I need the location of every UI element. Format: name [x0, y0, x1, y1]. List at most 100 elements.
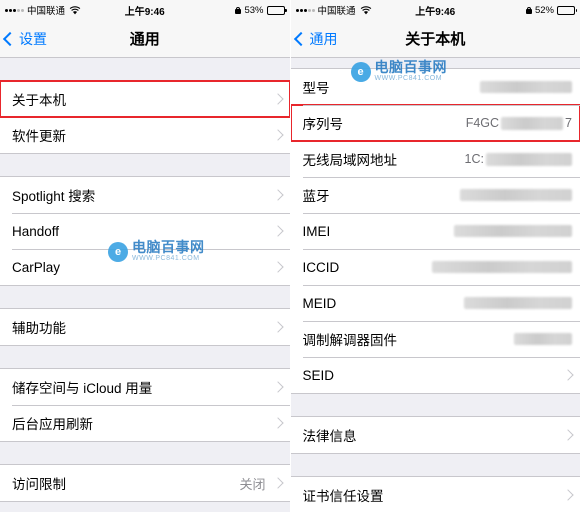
status-left-group: 中国联通 — [5, 3, 81, 17]
row-value-redacted — [514, 333, 572, 345]
nav-bar-left: 设置 通用 — [0, 20, 290, 58]
settings-group-3: 辅助功能 — [0, 308, 290, 346]
chevron-right-icon — [271, 417, 284, 429]
status-right-group: 52% — [525, 4, 577, 16]
list-gap — [291, 58, 580, 68]
status-bar-left: 中国联通 上午9:46 53% — [0, 0, 290, 20]
row-label: 储存空间与 iCloud 用量 — [12, 381, 153, 396]
row-value-redacted — [464, 297, 572, 309]
status-left-group: 中国联通 — [295, 3, 372, 17]
rotation-lock-icon — [235, 6, 242, 14]
row-label: 调制解调器固件 — [302, 333, 398, 348]
row-seid[interactable]: SEID — [290, 357, 580, 393]
row-serial-number[interactable]: 序列号 F4GC 7 — [290, 104, 580, 142]
row-carplay[interactable]: CarPlay — [0, 249, 290, 285]
row-imei[interactable]: IMEI — [290, 213, 580, 249]
settings-group-2: Spotlight 搜索 Handoff CarPlay — [0, 176, 290, 286]
row-label: SEID — [302, 367, 335, 383]
row-label: MEID — [302, 295, 337, 311]
row-label: Handoff — [12, 223, 60, 239]
battery-percent-right: 52% — [534, 4, 554, 16]
row-label: 访问限制 — [12, 477, 66, 492]
row-label: ICCID — [302, 259, 340, 275]
chevron-right-icon — [562, 369, 574, 381]
row-certificate-trust-settings[interactable]: 证书信任设置 — [290, 477, 580, 512]
row-accessibility[interactable]: 辅助功能 — [0, 309, 290, 345]
settings-group-1: 关于本机 软件更新 — [0, 80, 290, 154]
serial-suffix: 7 — [565, 116, 572, 130]
left-phone-screen: 中国联通 上午9:46 53% 设置 通用 关于本机 软件更新 Spotligh… — [0, 0, 291, 512]
row-spotlight-search[interactable]: Spotlight 搜索 — [0, 177, 290, 213]
row-value-redacted — [454, 225, 572, 237]
row-label: 型号 — [302, 81, 330, 96]
row-value-wifi: 1C: — [465, 152, 572, 166]
chevron-right-icon — [562, 489, 574, 501]
signal-dots-icon — [295, 8, 315, 12]
back-button-right[interactable]: 通用 — [291, 29, 338, 49]
list-gap — [291, 394, 580, 416]
signal-dots-icon — [5, 8, 24, 12]
rotation-lock-icon — [525, 6, 532, 14]
row-modem-firmware[interactable]: 调制解调器固件 — [290, 321, 580, 357]
chevron-left-icon — [293, 31, 308, 46]
carrier-label: 中国联通 — [27, 6, 66, 17]
row-model[interactable]: 型号 — [290, 69, 580, 105]
row-label: 软件更新 — [12, 129, 66, 144]
list-gap — [0, 442, 290, 464]
row-wifi-address[interactable]: 无线局域网地址 1C: — [290, 141, 580, 177]
row-background-app-refresh[interactable]: 后台应用刷新 — [0, 405, 290, 441]
back-button-label: 设置 — [19, 30, 47, 47]
row-legal-info[interactable]: 法律信息 — [290, 417, 580, 453]
nav-bar-right: 通用 关于本机 — [290, 20, 580, 58]
back-button-left[interactable]: 设置 — [0, 29, 47, 49]
row-label: 法律信息 — [302, 429, 357, 444]
row-restrictions[interactable]: 访问限制 关闭 — [0, 465, 290, 501]
chevron-right-icon — [271, 261, 284, 273]
row-meid[interactable]: MEID — [290, 285, 580, 321]
row-label: 蓝牙 — [302, 189, 330, 204]
settings-group-4: 储存空间与 iCloud 用量 后台应用刷新 — [0, 368, 290, 442]
about-group-3: 证书信任设置 — [290, 476, 580, 512]
row-iccid[interactable]: ICCID — [290, 249, 580, 285]
row-value: 关闭 — [239, 476, 266, 492]
list-gap — [291, 454, 580, 476]
wifi-prefix: 1C: — [464, 152, 484, 166]
row-label: 后台应用刷新 — [12, 417, 93, 432]
row-label: 证书信任设置 — [302, 489, 384, 504]
row-label: 辅助功能 — [12, 321, 66, 336]
row-label: 序列号 — [302, 117, 344, 132]
settings-group-5: 访问限制 关闭 — [0, 464, 290, 502]
row-label: 无线局域网地址 — [302, 153, 398, 168]
chevron-right-icon — [271, 189, 284, 201]
wifi-icon — [360, 5, 371, 14]
row-handoff[interactable]: Handoff — [0, 213, 290, 249]
row-value-serial: F4GC 7 — [466, 116, 572, 130]
battery-percent-left: 53% — [244, 4, 264, 16]
battery-icon-left — [266, 5, 287, 15]
wifi-icon — [69, 5, 81, 14]
list-gap — [0, 154, 290, 176]
row-about-device[interactable]: 关于本机 — [0, 80, 290, 118]
serial-prefix: F4GC — [465, 116, 500, 130]
row-label: IMEI — [302, 223, 331, 239]
about-group-1: 型号 序列号 F4GC 7 无线局域网地址 1C: 蓝牙 IMEI ICCID … — [290, 68, 580, 394]
status-bar-right: 中国联通 上午9:46 52% — [290, 0, 580, 20]
row-label: CarPlay — [12, 259, 61, 275]
row-value-redacted — [480, 81, 572, 93]
status-right-group: 53% — [235, 4, 287, 16]
chevron-right-icon — [271, 129, 284, 141]
chevron-right-icon — [562, 429, 574, 441]
about-group-2: 法律信息 — [290, 416, 580, 454]
row-storage-icloud-usage[interactable]: 储存空间与 iCloud 用量 — [0, 369, 290, 405]
dual-screenshot-container: 中国联通 上午9:46 53% 设置 通用 关于本机 软件更新 Spotligh… — [0, 0, 580, 512]
row-bluetooth[interactable]: 蓝牙 — [290, 177, 580, 213]
row-label: 关于本机 — [12, 93, 66, 108]
right-phone-screen: 中国联通 上午9:46 52% 通用 关于本机 型号 序列号 F4GC 7 无线… — [290, 0, 580, 512]
row-value-redacted — [460, 189, 572, 201]
chevron-right-icon — [271, 477, 284, 489]
row-label: Spotlight 搜索 — [12, 189, 96, 204]
chevron-right-icon — [271, 381, 284, 393]
list-gap — [0, 286, 290, 308]
back-button-label: 通用 — [309, 30, 338, 47]
row-software-update[interactable]: 软件更新 — [0, 117, 290, 153]
